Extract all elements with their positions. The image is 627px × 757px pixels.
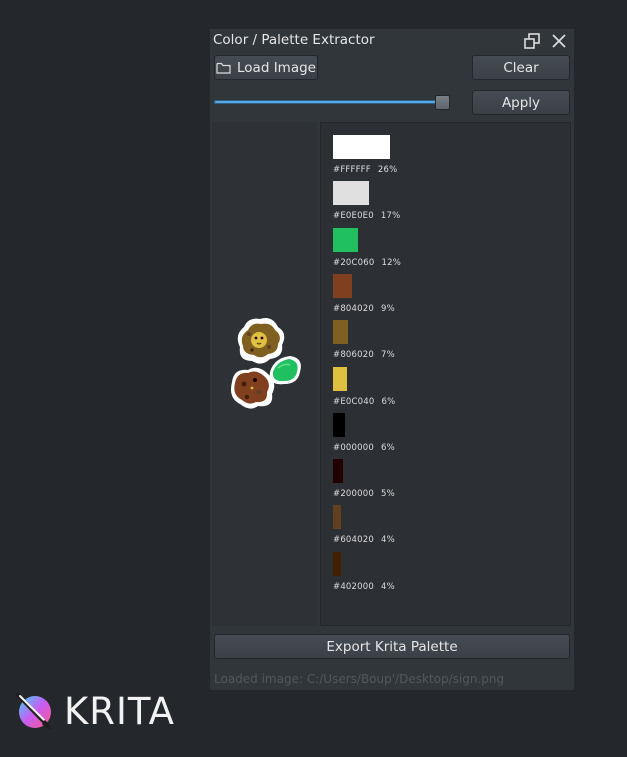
swatch-label: #E0C040 6% xyxy=(333,397,395,407)
float-window-icon[interactable] xyxy=(522,31,542,51)
swatch-hex: #FFFFFF xyxy=(333,165,371,175)
color-swatch xyxy=(333,552,341,576)
krita-wordmark: KRITA xyxy=(64,690,175,733)
swatch-percent: 6% xyxy=(380,443,395,453)
image-preview xyxy=(212,122,318,626)
swatch-percent: 9% xyxy=(380,304,395,314)
color-swatch xyxy=(333,135,390,159)
clear-label: Clear xyxy=(503,59,539,76)
swatch-percent: 17% xyxy=(380,211,401,221)
clear-button[interactable]: Clear xyxy=(472,55,570,80)
swatch-hex: #804020 xyxy=(333,304,374,314)
load-image-button[interactable]: Load Image xyxy=(214,55,318,80)
status-text: Loaded image: C:/Users/Boup'/Desktop/sig… xyxy=(214,672,505,686)
swatch-percent: 7% xyxy=(380,350,395,360)
swatch-percent: 4% xyxy=(380,535,395,545)
folder-icon xyxy=(216,62,231,74)
swatch-hex: #402000 xyxy=(333,582,374,592)
docker-title: Color / Palette Extractor xyxy=(213,32,375,48)
swatch-hex: #806020 xyxy=(333,350,374,360)
swatch-label: #000000 6% xyxy=(333,443,395,453)
swatch-label: #402000 4% xyxy=(333,582,395,592)
swatch-label: #200000 5% xyxy=(333,489,395,499)
color-swatch xyxy=(333,320,348,344)
slider-handle[interactable] xyxy=(435,95,450,110)
export-label: Export Krita Palette xyxy=(326,638,458,655)
swatch-hex: #E0C040 xyxy=(333,397,375,407)
color-swatch xyxy=(333,413,345,437)
color-swatch xyxy=(333,181,369,205)
apply-button[interactable]: Apply xyxy=(472,90,570,115)
slider-groove xyxy=(214,100,438,104)
swatch-label: #804020 9% xyxy=(333,304,395,314)
swatch-label: #806020 7% xyxy=(333,350,395,360)
swatch-hex: #000000 xyxy=(333,443,374,453)
sticker-preview-image xyxy=(231,318,301,409)
color-swatch xyxy=(333,459,343,483)
swatch-percent: 5% xyxy=(380,489,395,499)
swatch-hex: #E0E0E0 xyxy=(333,211,374,221)
docker-titlebar[interactable]: Color / Palette Extractor xyxy=(210,29,574,53)
desktop: Color / Palette Extractor Load Image Cle… xyxy=(0,0,627,757)
palette-extractor-docker: Color / Palette Extractor Load Image Cle… xyxy=(210,29,574,690)
swatch-percent: 4% xyxy=(380,582,395,592)
swatch-percent: 26% xyxy=(377,165,398,175)
apply-label: Apply xyxy=(501,94,541,111)
swatch-label: #604020 4% xyxy=(333,535,395,545)
color-swatch xyxy=(333,274,352,298)
color-swatch xyxy=(333,505,341,529)
close-icon[interactable] xyxy=(549,31,569,51)
swatch-label: #20C060 12% xyxy=(333,258,401,268)
swatch-hex: #20C060 xyxy=(333,258,375,268)
swatch-percent: 6% xyxy=(381,397,396,407)
swatch-percent: 12% xyxy=(381,258,401,268)
swatch-label: #FFFFFF 26% xyxy=(333,165,397,175)
color-swatch xyxy=(333,228,358,252)
color-swatch xyxy=(333,367,347,391)
swatch-hex: #604020 xyxy=(333,535,374,545)
load-image-label: Load Image xyxy=(237,59,316,76)
swatch-label: #E0E0E0 17% xyxy=(333,211,400,221)
palette-list[interactable]: #FFFFFF 26% #E0E0E0 17% #20C060 12% #804020 9% #… xyxy=(320,122,571,626)
export-krita-palette-button[interactable]: Export Krita Palette xyxy=(214,634,570,659)
swatch-hex: #200000 xyxy=(333,489,374,499)
extraction-slider[interactable] xyxy=(214,95,462,111)
krita-logo-icon xyxy=(14,690,54,732)
